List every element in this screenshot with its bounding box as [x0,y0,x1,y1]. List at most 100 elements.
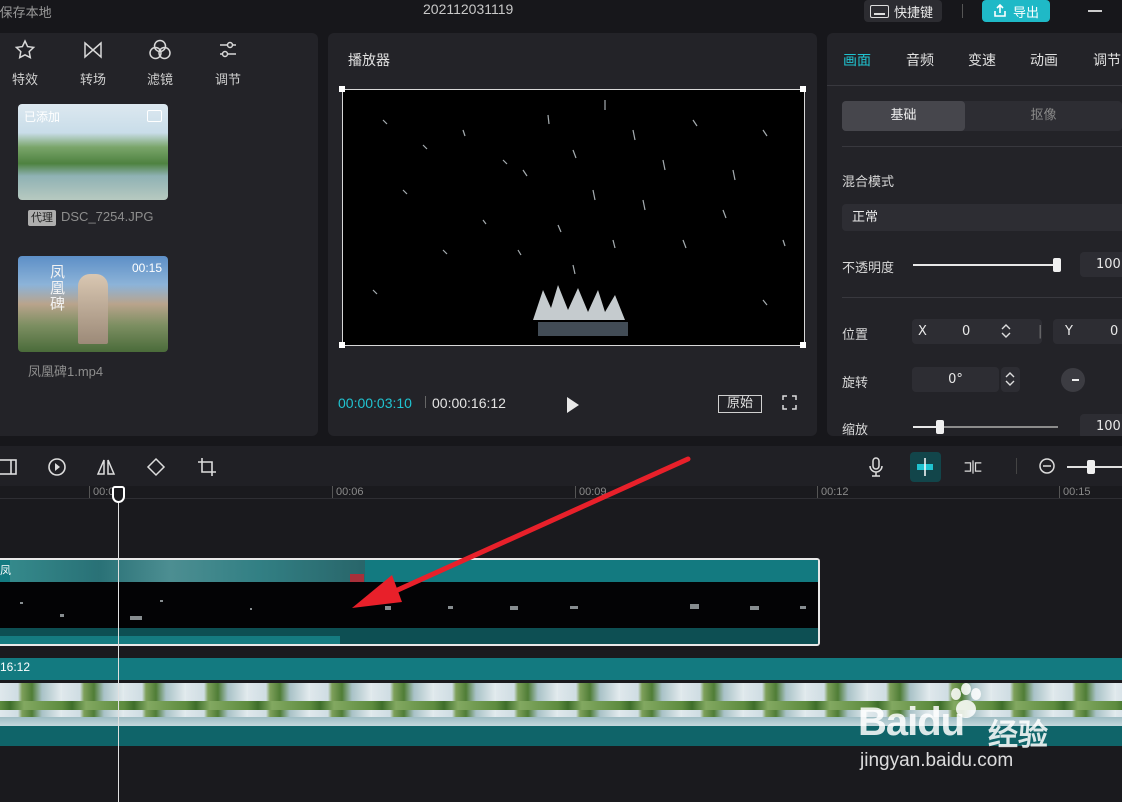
scale-slider-knob[interactable] [936,420,944,434]
snap-icon [917,458,933,476]
rotation-stepper[interactable] [1001,367,1020,392]
player-panel: 播放器 00:00:03:10 00:00:16:12 原始 [328,33,817,436]
toolbar-transition[interactable]: 转场 [68,37,118,88]
title-bar: i保存本地 202112031119 快捷键 导出 [0,0,1122,24]
blend-mode-select[interactable]: 正常 [842,204,1122,231]
toolbar-adjust[interactable]: 调节 [203,37,253,88]
image-clip-header[interactable] [0,658,1122,680]
zoom-out-icon[interactable] [1038,457,1058,477]
ruler-tick [1059,486,1060,498]
baidu-watermark: Baidu 经验 jingyan.baidu.com [858,680,1068,780]
minimize-icon[interactable] [1088,10,1102,12]
resize-handle[interactable] [339,342,345,348]
ruler-tick [575,486,576,498]
tab-picture[interactable]: 画面 [843,50,871,70]
opacity-input[interactable]: 100 [1080,252,1122,277]
rotation-dial[interactable] [1061,368,1085,392]
tab-adjust[interactable]: 调节 [1093,50,1121,70]
blend-mode-label: 混合模式 [842,175,895,190]
adjust-icon [220,41,236,58]
video-clip-selected[interactable]: 凤 [0,558,820,646]
resize-handle[interactable] [339,86,345,92]
water-splash-image [372,100,786,336]
scale-slider-fill [913,426,937,428]
save-status: i保存本地 [0,6,52,21]
rotation-label: 旋转 [842,376,869,391]
shortcut-button[interactable]: 快捷键 [864,0,942,22]
tab-audio[interactable]: 音频 [906,50,934,70]
toolbar-effects[interactable]: 特效 [0,37,50,88]
monument-image [78,274,108,344]
position-x-field[interactable]: X 0 [912,319,1042,344]
microphone-icon[interactable] [866,457,886,477]
divider [842,297,1122,298]
position-x-axis: X [918,324,927,339]
crop-icon[interactable] [197,457,217,477]
auto-snap-button[interactable] [910,452,941,482]
ruler-tick [89,486,90,498]
filter-icon [149,39,171,60]
video-duration: 00:15 [131,261,162,275]
rotate-icon[interactable] [146,457,166,477]
playhead-handle[interactable] [112,486,125,503]
scale-input[interactable]: 100 [1080,414,1122,436]
watermark-url: jingyan.baidu.com [860,750,1014,771]
stepper-icon [1005,372,1015,386]
timeline-toolbar [0,446,1122,486]
tab-speed[interactable]: 变速 [968,50,996,70]
resize-handle[interactable] [800,86,806,92]
media-thumbnail-video[interactable]: 凤凰碑 00:15 [18,256,168,352]
divider [962,4,963,18]
divider [842,146,1122,147]
rotation-input[interactable]: 0° [912,367,999,392]
zoom-slider-knob[interactable] [1087,460,1095,474]
scale-label: 缩放 [842,423,869,436]
mirror-icon[interactable] [96,457,116,477]
ruler-label: 00:12 [821,486,849,498]
toolbar-effects-label: 特效 [11,73,38,88]
position-x-value: 0 [962,324,971,339]
clip-duration: 16:12 [0,660,31,674]
toolbar-filter-label: 滤镜 [146,73,173,88]
split-icon[interactable] [0,457,20,477]
clip-filmstrip [0,582,818,628]
watermark-label: 经验 [988,718,1048,753]
transition-icon [84,41,102,59]
divider [1016,458,1017,474]
opacity-slider-knob[interactable] [1053,258,1061,272]
export-button[interactable]: 导出 [982,0,1050,22]
position-label: 位置 [842,328,869,343]
properties-panel: 画面 音频 变速 动画 调节 基础 抠像 混合模式 正常 不透明度 100 位置… [827,33,1122,436]
keyboard-icon [870,4,889,18]
ruler-tick [332,486,333,498]
media-filename: 凤凰碑1.mp4 [28,364,104,379]
clip-audio-waveform [0,628,818,644]
divider [827,85,1122,86]
clip-header: 凤 [0,560,818,582]
link-icon[interactable] [963,457,983,477]
divider: | [1038,324,1043,339]
ratio-button[interactable]: 原始 [718,395,762,413]
resize-handle[interactable] [800,342,806,348]
fullscreen-icon[interactable] [782,395,797,410]
reverse-icon[interactable] [47,457,67,477]
position-y-axis: Y [1065,324,1073,339]
segment-basic[interactable]: 基础 [842,101,965,131]
position-y-field[interactable]: Y 0 [1053,319,1122,344]
media-thumbnail-photo[interactable]: 已添加 [18,104,168,200]
segment-cutout[interactable]: 抠像 [965,101,1122,131]
play-icon[interactable] [567,397,579,413]
ruler-tick [817,486,818,498]
stepper-icon[interactable] [1001,323,1011,339]
toolbar-filter[interactable]: 滤镜 [135,37,185,88]
divider [425,396,426,408]
clip-frames [20,600,806,620]
video-preview[interactable] [342,89,805,346]
image-icon [147,110,162,122]
playhead[interactable] [118,486,119,802]
tab-animation[interactable]: 动画 [1030,50,1058,70]
ruler-label: 00:06 [336,486,364,498]
clip-name: 凤 [0,564,11,577]
media-panel: 特效 转场 滤镜 调节 已添加 代理 DSC_7254.JPG 凤凰碑 00:1… [0,33,318,436]
ruler-label: 00:15 [1063,486,1091,498]
